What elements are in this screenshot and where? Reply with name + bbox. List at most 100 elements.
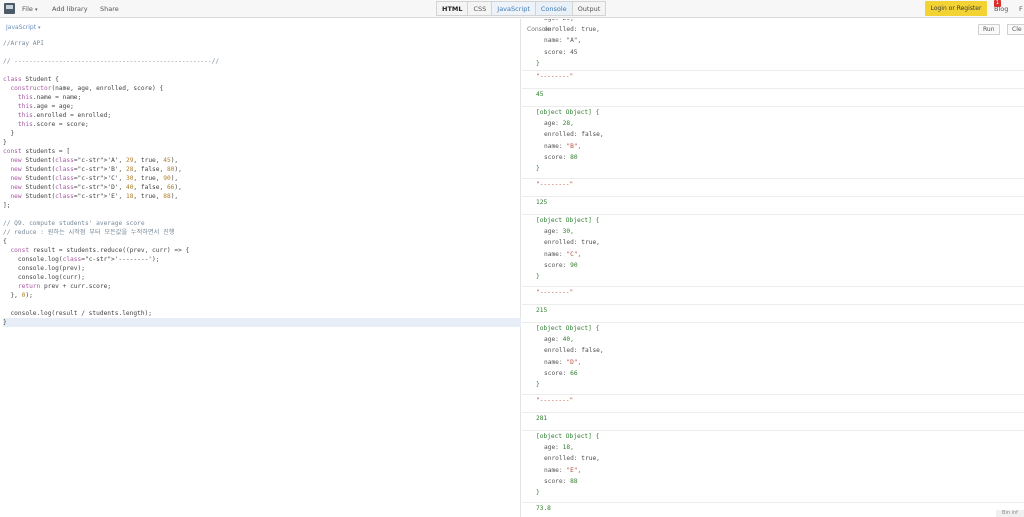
object-property: name: "C", (544, 250, 582, 258)
object-property: score: 45 (544, 48, 578, 56)
console-entry: [object Object] { age: 18, enrolled: true,… (522, 431, 1024, 503)
object-close-brace: } (536, 380, 540, 388)
clear-button[interactable]: Cle (1007, 24, 1024, 35)
object-property: enrolled: true, (544, 26, 600, 34)
bin-info-tab[interactable]: Bin inf (996, 510, 1024, 517)
console-entry: 281 (522, 413, 1024, 431)
top-toolbar: File ▾ Add library Share HTML CSS JavaSc… (0, 0, 1024, 18)
javascript-editor-pane[interactable]: JavaScript ▾ //Array API // -------------… (0, 19, 521, 517)
object-close-brace: } (536, 59, 540, 67)
object-property: score: 88 (544, 477, 578, 485)
console-entry: 215 (522, 305, 1024, 323)
console-entry: [object Object] { age: 40, enrolled: false… (522, 323, 1024, 395)
chevron-down-icon: ▾ (38, 25, 41, 31)
object-property: name: "D", (544, 358, 582, 366)
console-entry: [object Object] { age: 30, enrolled: true,… (522, 215, 1024, 287)
object-open-label: [object Object] { (536, 325, 600, 332)
code-line: new Student(class="c-str">'B', 28, false… (10, 166, 182, 173)
object-open-label: [object Object] { (536, 217, 600, 224)
code-line: { (3, 238, 7, 245)
console-entry: "--------" (522, 179, 1024, 197)
tab-javascript[interactable]: JavaScript (492, 1, 536, 16)
file-menu[interactable]: File ▾ (22, 0, 37, 18)
tab-output[interactable]: Output (572, 1, 607, 16)
code-line: } (3, 130, 15, 137)
console-pane: age: 29,enrolled: true,name: "A",score: … (522, 19, 1024, 517)
share-button[interactable]: Share (100, 0, 119, 18)
run-button[interactable]: Run (978, 24, 1000, 35)
object-property: name: "B", (544, 142, 582, 150)
code-line: new Student(class="c-str">'C', 30, true,… (10, 175, 179, 182)
object-close-brace: } (536, 164, 540, 172)
code-line: console.log(prev); (3, 265, 85, 272)
code-line: return prev + curr.score; (17, 283, 112, 290)
panel-tabs: HTML CSS JavaScript Console Output (436, 1, 607, 16)
code-line: } (3, 318, 521, 327)
object-open-label: [object Object] { (536, 433, 600, 440)
console-entry: age: 29,enrolled: true,name: "A",score: … (522, 19, 1024, 71)
log-dashes: "--------" (536, 397, 574, 404)
console-entry: 125 (522, 197, 1024, 215)
log-prev-value: 215 (536, 307, 548, 314)
object-property: enrolled: false, (544, 347, 604, 355)
code-line: ]; (3, 202, 11, 209)
code-line: // Q9. compute students' average score (3, 220, 145, 227)
code-line: console.log(result / students.length); (3, 310, 153, 317)
object-property: age: 18, (544, 444, 574, 452)
log-result-value: 73.8 (536, 505, 551, 512)
tab-console[interactable]: Console (535, 1, 573, 16)
editor-language-dropdown[interactable]: JavaScript ▾ (6, 24, 41, 31)
help-link[interactable]: F (1019, 0, 1023, 18)
add-library-button[interactable]: Add library (52, 0, 88, 18)
code-line: new Student(class="c-str">'D', 40, false… (10, 184, 182, 191)
code-line: // reduce : 원하는 시작점 부터 모든값을 누적하면서 진행 (3, 229, 175, 236)
console-entry: "--------" (522, 71, 1024, 89)
log-dashes: "--------" (536, 73, 574, 80)
log-dashes: "--------" (536, 289, 574, 296)
tab-css[interactable]: CSS (468, 1, 493, 16)
notification-badge: 1 (994, 0, 1001, 7)
console-entry: 73.8 (522, 503, 1024, 517)
code-line: console.log(curr); (3, 274, 85, 281)
code-line: console.log(class="c-str">'--------'); (3, 256, 160, 263)
code-line: const result = students.reduce((prev, cu… (10, 247, 190, 254)
object-property: age: 40, (544, 336, 574, 344)
object-open-label: [object Object] { (536, 109, 600, 116)
object-property: name: "A", (544, 37, 582, 45)
console-entry: [object Object] { age: 28, enrolled: false… (522, 107, 1024, 179)
jsbin-logo-icon[interactable] (4, 3, 15, 14)
tab-html[interactable]: HTML (436, 1, 469, 16)
code-line: new Student(class="c-str">'E', 18, true,… (10, 193, 179, 200)
object-property: score: 80 (544, 153, 578, 161)
code-line: //Array API (3, 40, 44, 47)
object-property: score: 90 (544, 261, 578, 269)
code-line: }, 0); (3, 292, 33, 299)
object-close-brace: } (536, 272, 540, 280)
code-line: this.score = score; (17, 121, 89, 128)
code-line: constructor(name, age, enrolled, score) … (10, 85, 164, 92)
object-property: enrolled: false, (544, 131, 604, 139)
object-property: enrolled: true, (544, 239, 600, 247)
object-property: age: 30, (544, 228, 574, 236)
console-entry: 45 (522, 89, 1024, 107)
code-line: this.age = age; (17, 103, 74, 110)
code-line: const students = [ (3, 148, 71, 155)
code-line: this.enrolled = enrolled; (17, 112, 112, 119)
code-line: this.name = name; (17, 94, 82, 101)
object-property: score: 66 (544, 369, 578, 377)
code-area[interactable]: //Array API // --------------------------… (3, 39, 521, 327)
object-property: age: 28, (544, 120, 574, 128)
login-register-button[interactable]: Login or Register (925, 1, 987, 16)
log-prev-value: 281 (536, 415, 548, 422)
object-close-brace: } (536, 488, 540, 496)
object-property: enrolled: true, (544, 455, 600, 463)
console-entry: "--------" (522, 287, 1024, 305)
code-line: // -------------------------------------… (3, 58, 220, 65)
console-label: Console (527, 26, 551, 33)
code-line: class Student { (3, 76, 59, 83)
chevron-down-icon: ▾ (34, 7, 38, 13)
